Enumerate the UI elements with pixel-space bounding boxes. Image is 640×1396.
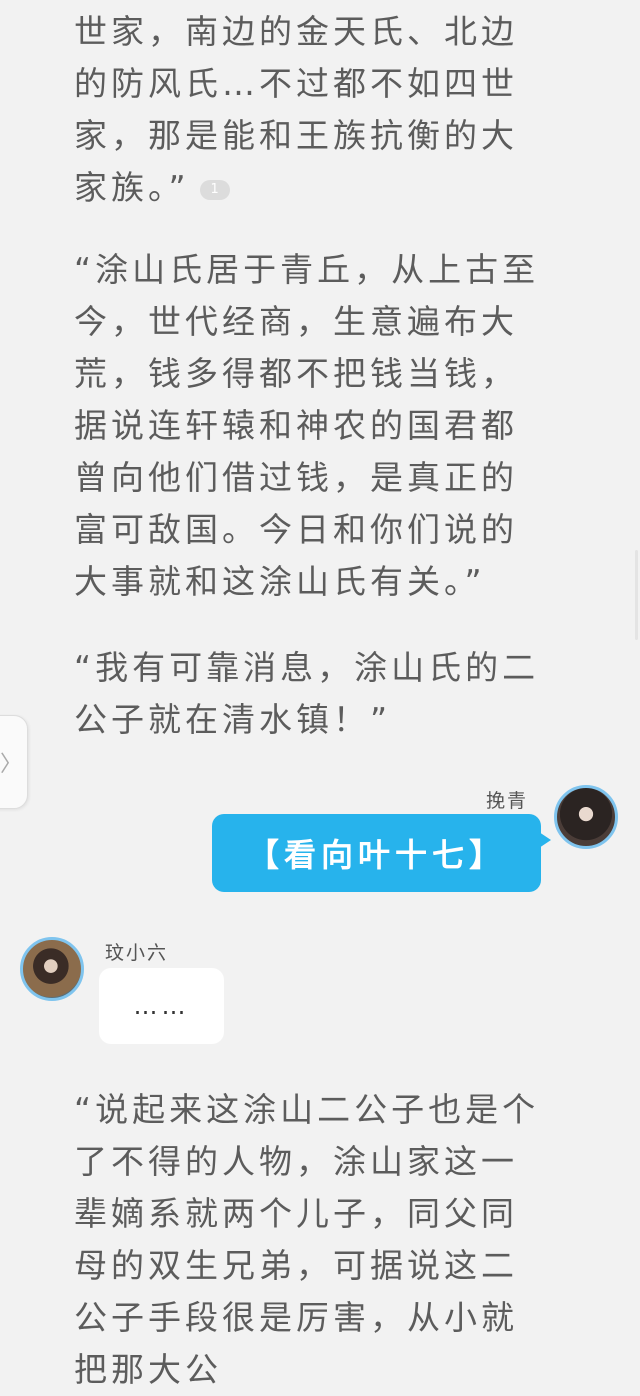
chevron-right-icon: 〉 xyxy=(0,752,22,777)
right-speaker-avatar[interactable] xyxy=(554,785,618,849)
story-paragraph-3: “我有可靠消息，涂山氏的二公子就在清水镇！” xyxy=(74,648,540,739)
side-drawer-handle[interactable]: 〉 xyxy=(0,715,28,809)
story-paragraph-2: “涂山氏居于青丘，从上古至今，世代经商，生意遍布大荒，钱多得都不把钱当钱，据说连… xyxy=(74,250,540,601)
story-paragraph-4: “说起来这涂山二公子也是个了不得的人物，涂山家这一辈嫡系就两个儿子，同父同母的双… xyxy=(74,1090,540,1389)
right-chat-message: 【看向叶十七】 xyxy=(246,836,506,874)
right-speaker-name: 挽青 xyxy=(486,790,529,812)
comment-count-badge[interactable]: 1 xyxy=(199,179,230,200)
story-paragraph-1: 世家，南边的金天氏、北边的防风氏…不过都不如四世家，那是能和王族抗衡的大家族。”… xyxy=(74,6,554,214)
left-chat-message: …… xyxy=(133,992,190,1020)
story-paragraph-1-text: 世家，南边的金天氏、北边的防风氏…不过都不如四世家，那是能和王族抗衡的大家族。” xyxy=(74,12,518,207)
left-chat-bubble: …… xyxy=(99,968,224,1044)
scrollbar[interactable] xyxy=(635,550,638,640)
left-speaker-avatar[interactable] xyxy=(20,937,84,1001)
left-speaker-name: 玟小六 xyxy=(105,942,169,964)
right-chat-bubble: 【看向叶十七】 xyxy=(212,814,551,892)
